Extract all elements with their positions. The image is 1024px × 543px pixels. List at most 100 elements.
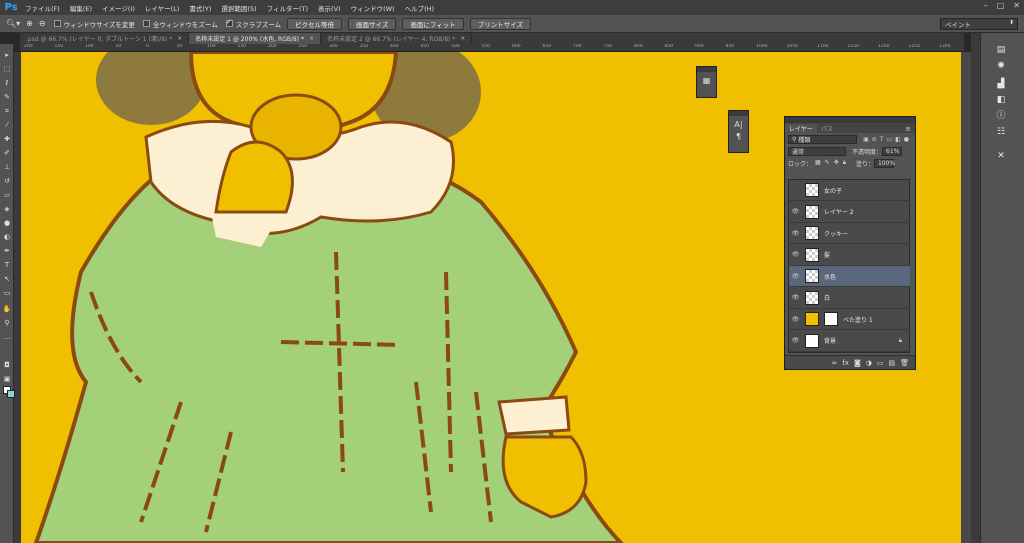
layer-row[interactable]: 👁︎ クッキー [789,223,910,244]
layer-row[interactable]: 👁︎ 白 [789,288,910,309]
visibility-eye-icon[interactable]: 👁︎ [789,294,802,301]
layer-filter-select[interactable]: ⚲ 種類 [788,134,858,144]
tab-document-2[interactable]: 名称未設定 1 @ 200% (水色, RGB/8) * × [189,33,322,44]
minimize-button[interactable]: – [984,1,988,10]
layer-row[interactable]: 女の子 [789,180,910,201]
path-select-icon[interactable]: ↖ [2,274,12,284]
brush-tool-icon[interactable]: ✐ [2,148,12,158]
pen-tool-icon[interactable]: ✒ [2,246,12,256]
character-icon[interactable]: A| [729,120,748,129]
paragraph-icon[interactable]: ¶ [729,132,748,141]
visibility-eye-icon[interactable]: 👁︎ [789,230,802,237]
paint-bucket-icon[interactable]: ◈ [2,204,12,214]
mask-icon[interactable]: ◙ [854,359,861,367]
close-button[interactable]: ✕ [1013,1,1020,10]
zoom-tool-icon[interactable]: ⚲ [2,318,12,328]
visibility-eye-icon[interactable]: 👁︎ [789,316,802,323]
screen-mode-icon[interactable]: ▣ [2,374,12,384]
eyedropper-icon[interactable]: ⁄ [2,120,12,130]
fx-icon[interactable]: fx [842,359,849,367]
menu-item[interactable]: イメージ(I) [97,3,140,13]
visibility-eye-icon[interactable]: 👁︎ [789,208,802,215]
properties-panel-icon[interactable]: ☷ [989,125,1013,139]
close-icon[interactable]: × [460,35,465,42]
background-color-swatch[interactable] [7,390,15,398]
resize-window-box[interactable] [53,20,61,27]
menu-item[interactable]: ファイル(F) [20,3,65,13]
zoom-icon[interactable]: 🔍︎▾ [6,19,20,28]
fill-screen-button[interactable]: 画面にフィット [402,17,464,30]
zoom-all-box[interactable] [142,20,150,27]
blur-tool-icon[interactable]: ● [2,218,12,228]
fill-input[interactable]: 100% [873,158,895,168]
menu-item[interactable]: ヘルプ(H) [400,3,439,13]
adjustments-panel-icon[interactable]: ◧ [989,93,1013,107]
marquee-tool-icon[interactable]: ⬚ [2,64,12,74]
tab-paths[interactable]: パス [817,124,837,133]
history-icon[interactable]: ▦ [697,76,716,85]
mini-panel-header[interactable] [697,67,716,72]
maximize-button[interactable]: □ [997,1,1005,10]
new-layer-icon[interactable]: ▤ [888,359,895,367]
filter-type-icons[interactable]: ▣⊘T▭◧● [863,136,912,143]
layer-row[interactable]: 👁︎ レイヤー 2 [789,202,910,223]
visibility-eye-icon[interactable]: 👁︎ [789,251,802,258]
panel-menu-icon[interactable]: ≡ [905,125,915,133]
visibility-eye-icon[interactable]: 👁︎ [789,273,802,280]
opacity-input[interactable]: 61% [882,146,903,156]
tab-document-1[interactable]: .psd @ 66.7% (レイヤー 0, ダブルトーン 1 (濃)/8) * × [20,33,190,44]
close-icon[interactable]: × [177,35,182,42]
zoom-out-icon[interactable]: ⊖ [39,19,46,28]
menu-item[interactable]: 編集(E) [65,3,97,13]
visibility-eye-icon[interactable]: 👁︎ [789,337,802,344]
trash-icon[interactable]: 🗑︎ [900,359,909,367]
layer-row[interactable]: 👁︎ べた塗り 1 [789,309,910,330]
resize-window-checkbox[interactable]: ウィンドウサイズを変更 [53,19,135,29]
layer-row[interactable]: 👁︎ 水色 [789,266,910,287]
fit-screen-button[interactable]: 画面サイズ [348,17,397,30]
menu-item[interactable]: 書式(Y) [184,3,216,13]
actual-pixels-button[interactable]: ピクセル等倍 [287,17,343,30]
hand-tool-icon[interactable]: ✋ [2,304,12,314]
tool-presets-icon[interactable]: ✕ [989,149,1013,163]
zoom-all-checkbox[interactable]: 全ウィンドウをズーム [142,19,218,29]
layer-row[interactable]: 👁︎ 髪 [789,245,910,266]
dodge-tool-icon[interactable]: ◐ [2,232,12,242]
type-tool-icon[interactable]: T [2,260,12,270]
move-tool-icon[interactable]: ▸ [2,50,12,60]
edit-toolbar-icon[interactable]: … [2,332,12,342]
menu-item[interactable]: 表示(V) [313,3,346,13]
tab-layers[interactable]: レイヤー [785,124,817,133]
menu-item[interactable]: レイヤー(L) [140,3,185,13]
adjustment-icon[interactable]: ◑ [866,359,872,367]
tab-document-3[interactable]: 名称未設定 2 @ 66.7% (レイヤー 4, RGB/8) * × [321,33,473,44]
histogram-panel-icon[interactable]: ▟ [989,77,1013,91]
link-icon[interactable]: ∞ [832,359,838,367]
swatches-panel-icon[interactable]: ✺ [989,59,1013,73]
history-brush-icon[interactable]: ↺ [2,176,12,186]
lasso-tool-icon[interactable]: ℓ [2,78,12,88]
color-panel-icon[interactable]: ▤ [989,43,1013,57]
zoom-in-icon[interactable]: ⊕ [26,19,33,28]
layer-mask-thumbnail[interactable] [824,312,838,326]
folder-icon[interactable]: ▭ [877,359,884,367]
menu-item[interactable]: 選択範囲(S) [216,3,261,13]
menu-item[interactable]: フィルター(T) [262,3,313,13]
lock-icons[interactable]: ▦✎✥🔒︎ [815,159,850,167]
scrubby-zoom-box[interactable] [225,18,233,27]
scrubby-zoom-checkbox[interactable]: スクラブズーム [225,18,281,29]
print-size-button[interactable]: プリントサイズ [469,17,532,30]
crop-tool-icon[interactable]: ⌗ [2,106,12,116]
workspace-select[interactable]: ペイント ⬍ [940,18,1018,30]
close-icon[interactable]: × [309,35,314,42]
vertical-scrollbar[interactable] [961,52,971,543]
quick-mask-icon[interactable]: ◘ [2,360,12,370]
info-panel-icon[interactable]: ⓘ [989,109,1013,123]
mini-panel-header[interactable] [729,111,748,116]
shape-tool-icon[interactable]: ▭ [2,288,12,298]
menu-item[interactable]: ウィンドウ(W) [346,3,400,13]
eraser-tool-icon[interactable]: ▱ [2,190,12,200]
quick-select-icon[interactable]: ✎ [2,92,12,102]
stamp-tool-icon[interactable]: ⊥ [2,162,12,172]
blend-mode-select[interactable]: 通常 [788,146,846,156]
